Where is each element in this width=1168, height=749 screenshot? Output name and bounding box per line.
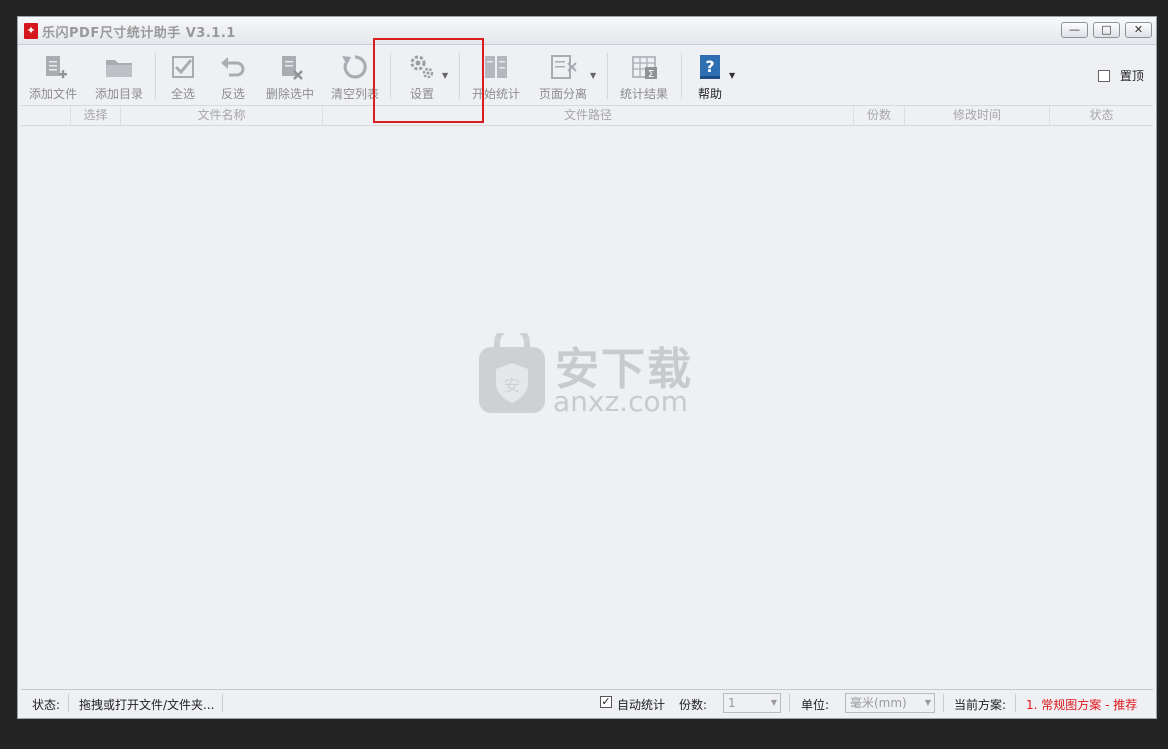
pin-top-checkbox[interactable] [1098,69,1110,82]
toolbar-separator [155,53,156,99]
delete-file-icon [282,56,303,80]
statusbar-separator [943,694,944,712]
column-header-copies[interactable]: 份数 [854,106,905,125]
page-split-dropdown-caret[interactable]: ▼ [590,71,596,80]
copies-label: 份数: [679,698,708,712]
unit-label: 单位: [801,698,830,712]
status-bar: 状态: 拖拽或打开文件/文件夹... ✓ 自动统计 份数: 1 ▼ 单位: 毫米… [21,689,1153,716]
pdf-app-icon: ✦ [24,23,38,39]
copies-value: 1 [728,696,736,710]
statusbar-separator [789,694,790,712]
toolbar-separator [607,53,608,99]
svg-text:Σ: Σ [648,69,654,80]
page-split-button[interactable]: 页面分离 [536,45,590,103]
app-window: ✦ 乐闪PDF尺寸统计助手 V3.1.1 — □ ✕ 添加文件 添加目录 全选 … [17,16,1157,719]
watermark: 安 安下载 anxz.com [473,333,713,423]
column-header-filename[interactable]: 文件名称 [121,106,323,125]
toolbar: 添加文件 添加目录 全选 反选 删除选中 清空列表 设置 ▼ 开始统计 页面分离… [18,45,1156,105]
delete-selected-label: 删除选中 [265,87,314,101]
add-file-button[interactable]: 添加文件 [26,45,80,103]
select-all-button[interactable]: 全选 [164,45,202,103]
add-file-label: 添加文件 [28,87,77,101]
toolbar-separator [681,53,682,99]
folder-icon [106,60,132,77]
add-file-icon [46,56,67,79]
refresh-icon [342,55,367,79]
watermark-domain-text: anxz.com [553,385,688,418]
count-result-button[interactable]: Σ 统计结果 [617,45,671,103]
chevron-down-icon: ▼ [924,698,931,707]
chevron-down-icon: ▼ [770,698,777,707]
sum-table-icon: Σ [632,56,657,80]
scheme-label: 当前方案: [954,698,1007,712]
column-header-index[interactable] [21,106,71,125]
undo-arrow-icon [221,57,245,77]
unit-select[interactable]: 毫米(mm) ▼ [845,693,935,713]
statusbar-separator [68,694,69,712]
close-button[interactable]: ✕ [1125,22,1152,38]
delete-selected-button[interactable]: 删除选中 [263,45,317,103]
scheme-value-link[interactable]: 1. 常规图方案 - 推荐 [1026,696,1137,713]
column-header-modified-time[interactable]: 修改时间 [905,106,1050,125]
status-message: 拖拽或打开文件/文件夹... [79,698,215,712]
svg-text:?: ? [705,57,714,76]
auto-count-label: 自动统计 [617,698,666,712]
select-all-label: 全选 [170,87,195,101]
pin-top-toggle[interactable]: 置顶 [1098,67,1144,84]
unit-value: 毫米(mm) [850,696,907,710]
invert-button[interactable]: 反选 [214,45,252,103]
invert-label: 反选 [220,87,245,101]
shield-logo-icon: 安 [479,333,545,413]
highlight-box [373,38,484,123]
checkbox-checked-icon [172,56,194,78]
watermark-badge-text: 安 [504,376,520,395]
statusbar-separator [222,694,223,712]
add-dir-label: 添加目录 [94,87,143,101]
minimize-button[interactable]: — [1061,22,1088,38]
window-title: 乐闪PDF尺寸统计助手 V3.1.1 [42,26,236,41]
help-label: 帮助 [697,87,722,101]
column-header-status[interactable]: 状态 [1050,106,1153,125]
title-bar: ✦ 乐闪PDF尺寸统计助手 V3.1.1 — □ ✕ [18,17,1156,45]
maximize-button[interactable]: □ [1093,22,1120,38]
file-table-header: 选择 文件名称 文件路径 份数 修改时间 状态 [21,105,1153,126]
copies-select[interactable]: 1 ▼ [723,693,781,713]
add-dir-button[interactable]: 添加目录 [90,45,148,103]
help-button[interactable]: ? 帮助 [692,45,728,103]
column-header-select[interactable]: 选择 [71,106,121,125]
page-split-icon [551,55,577,79]
split-columns-icon [485,56,507,78]
help-book-icon: ? [700,55,720,79]
page-split-label: 页面分离 [538,87,587,101]
pin-top-label: 置顶 [1119,69,1144,83]
count-result-label: 统计结果 [619,87,668,101]
status-label: 状态: [32,698,61,712]
auto-count-checkbox[interactable]: ✓ [600,696,612,708]
help-dropdown-caret[interactable]: ▼ [729,71,735,80]
statusbar-separator [1015,694,1016,712]
